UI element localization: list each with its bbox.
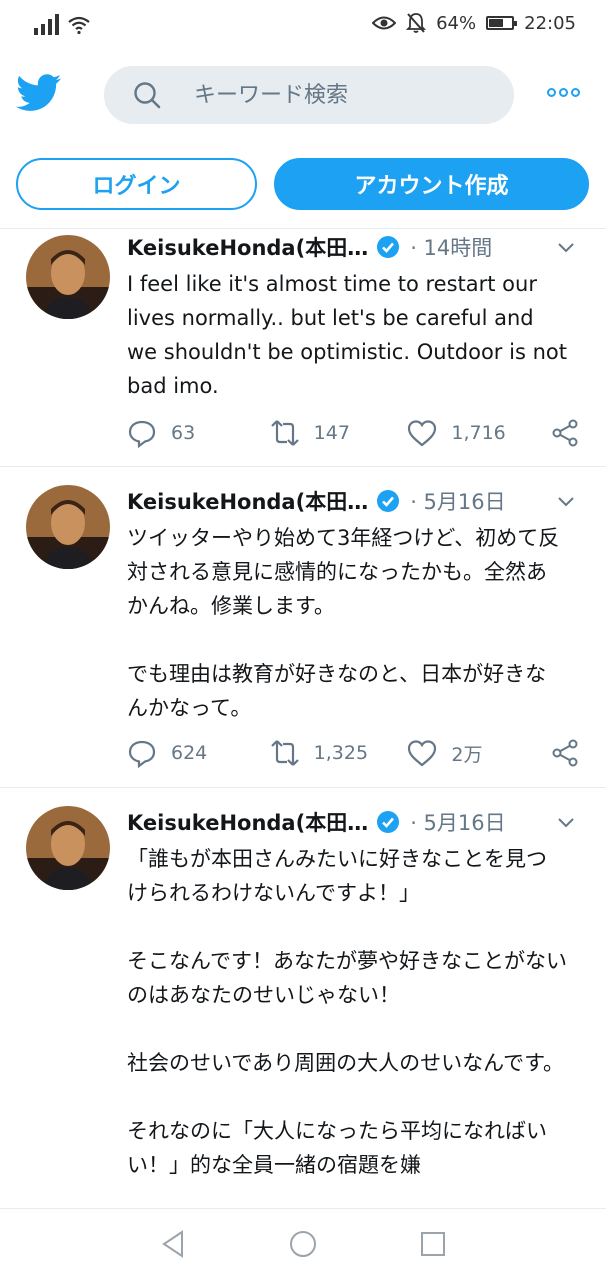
recents-square-icon[interactable] (418, 1229, 448, 1259)
twitter-bird-icon[interactable] (16, 74, 62, 112)
search-icon (134, 82, 161, 109)
tweet-text: ツイッターやり始めて3年経つけど、初めて反対される意見に感情的になったかも。全然… (127, 521, 567, 725)
system-nav-bar (0, 1208, 606, 1280)
verified-badge-icon (377, 490, 400, 512)
wifi-icon (68, 16, 90, 35)
tweet-text-body: ツイッターやり始めて3年経つけど、初めて反対される意見に感情的になったかも。全然… (127, 526, 560, 720)
heart-icon (408, 420, 437, 447)
chevron-down-icon[interactable] (556, 237, 576, 257)
tweet-header: KeisukeHonda(本田… · 5月16日 (127, 483, 580, 519)
retweet-button[interactable]: 1,325 (270, 738, 408, 768)
verified-badge-icon (377, 811, 400, 833)
chevron-down-icon[interactable] (556, 812, 576, 832)
battery-icon (486, 16, 518, 30)
tweet[interactable]: KeisukeHonda(本田… · 5月16日 「誰もが本田さんみたいに好きな… (0, 788, 606, 1208)
retweet-button[interactable]: 147 (270, 418, 408, 448)
reply-button[interactable]: 624 (127, 738, 270, 768)
chevron-down-icon[interactable] (556, 491, 576, 511)
tweet-author-name[interactable]: KeisukeHonda(本田… (127, 232, 368, 262)
heart-icon (408, 740, 437, 767)
avatar-image (26, 235, 110, 319)
home-circle-icon[interactable] (288, 1229, 318, 1259)
share-button[interactable] (550, 738, 580, 768)
tweet-text-body: I feel like it's almost time to restart … (127, 272, 567, 398)
like-count: 2万 (451, 743, 483, 766)
reply-icon (128, 420, 156, 448)
back-triangle-icon[interactable] (158, 1229, 188, 1259)
reply-button[interactable]: 63 (127, 418, 270, 448)
share-icon (552, 739, 578, 767)
tweet-text: 「誰もが本田さんみたいに好きなことを見つけられるわけないんですよ！」 そこなんで… (127, 842, 567, 1182)
tweet-actions: 624 1,325 2万 (127, 735, 580, 771)
tweet[interactable]: KeisukeHonda(本田… · 5月16日 ツイッターやり始めて3年経つけ… (0, 467, 606, 788)
top-header (0, 60, 606, 136)
tweet-author-name[interactable]: KeisukeHonda(本田… (127, 807, 368, 837)
battery-level-fill (489, 19, 504, 27)
tweet-time[interactable]: · 14時間 (410, 232, 492, 262)
tweet-time[interactable]: · 5月16日 (410, 807, 505, 837)
search-bar[interactable] (104, 66, 514, 124)
mute-bell-icon (406, 13, 427, 33)
tweet-time[interactable]: · 5月16日 (410, 486, 505, 516)
tweet-author-name[interactable]: KeisukeHonda(本田… (127, 486, 368, 516)
tweet-actions: 63 147 1,716 (127, 415, 580, 451)
avatar-image (26, 806, 110, 890)
reply-icon (128, 740, 156, 768)
like-button[interactable]: 1,716 (407, 418, 550, 448)
avatar[interactable] (26, 806, 110, 890)
share-icon (552, 419, 578, 447)
tweet-text: I feel like it's almost time to restart … (127, 267, 567, 403)
reply-count: 624 (171, 742, 208, 764)
share-button[interactable] (550, 418, 580, 448)
signal-icon (34, 13, 59, 35)
signup-button[interactable]: アカウント作成 (274, 158, 589, 210)
status-right: 64% 22:05 (372, 12, 576, 34)
login-button[interactable]: ログイン (16, 158, 257, 210)
clock-time: 22:05 (524, 12, 576, 34)
retweet-count: 1,325 (313, 742, 369, 764)
status-left (34, 13, 91, 35)
status-bar: 64% 22:05 (0, 0, 606, 52)
retweet-count: 147 (313, 422, 350, 444)
tweet[interactable]: KeisukeHonda(本田… · 14時間 I feel like it's… (0, 229, 606, 467)
battery-percent: 64% (436, 12, 477, 34)
avatar[interactable] (26, 235, 110, 319)
search-input[interactable] (192, 81, 496, 109)
retweet-icon (270, 740, 299, 766)
verified-badge-icon (377, 236, 400, 258)
avatar-image (26, 485, 110, 569)
tweet-header: KeisukeHonda(本田… · 14時間 (127, 229, 580, 265)
reply-count: 63 (171, 422, 196, 444)
auth-buttons: ログイン アカウント作成 (0, 158, 606, 212)
eye-icon (372, 16, 397, 30)
like-count: 1,716 (451, 422, 506, 444)
avatar[interactable] (26, 485, 110, 569)
retweet-icon (270, 420, 299, 446)
like-button[interactable]: 2万 (407, 738, 550, 768)
tweet-text-body: 「誰もが本田さんみたいに好きなことを見つけられるわけないんですよ！」 そこなんで… (127, 847, 567, 1177)
tweet-header: KeisukeHonda(本田… · 5月16日 (127, 804, 580, 840)
more-options-icon[interactable] (547, 88, 580, 97)
